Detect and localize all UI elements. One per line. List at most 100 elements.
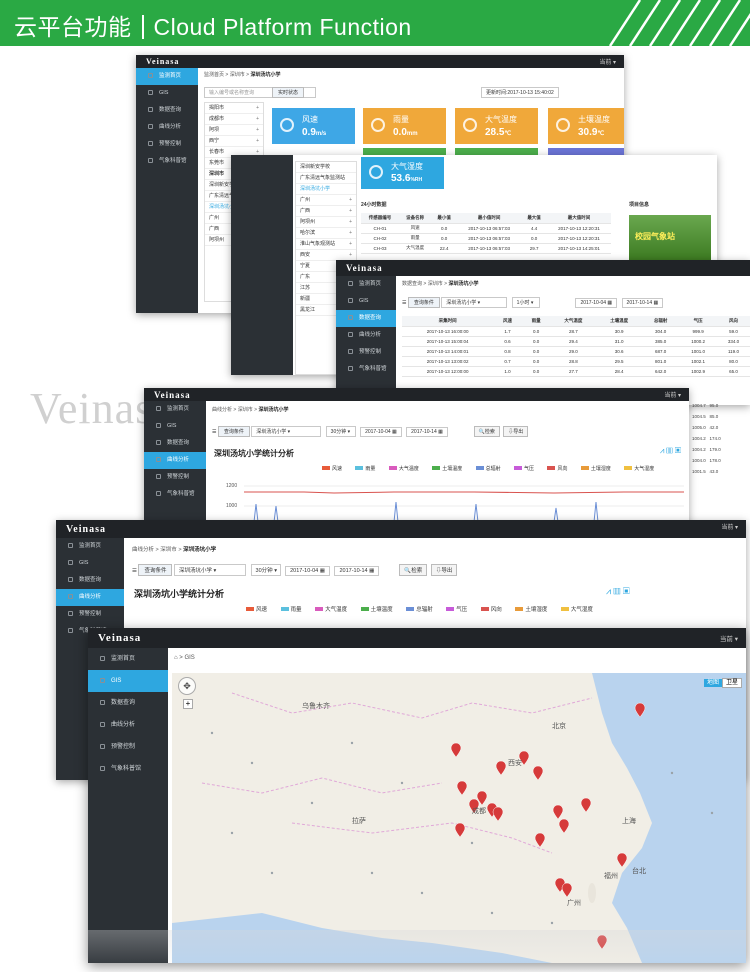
list-item[interactable]: 广东清远气象监测站 [296, 173, 356, 184]
nav-gis[interactable]: GIS [336, 293, 396, 310]
date-from-input[interactable]: 2017-10-04 ▦ [575, 298, 618, 308]
nav-gis[interactable]: GIS [88, 670, 168, 692]
nav-gis[interactable]: GIS [136, 85, 198, 102]
nav-alarm[interactable]: 预警控制 [336, 344, 396, 361]
legend-item[interactable]: 雨量 [280, 607, 308, 613]
cross-icon [156, 491, 161, 496]
legend-item[interactable]: 总辐射 [406, 607, 439, 613]
export-button[interactable]: ⇩导出 [503, 426, 529, 437]
date-to-input[interactable]: 2017-10-14 ▦ [406, 427, 448, 437]
legend-item[interactable]: 气压 [446, 607, 473, 613]
map-type-map-button[interactable]: 地图 [703, 679, 722, 687]
nav-home[interactable]: 监测首页 [336, 276, 396, 293]
legend-item[interactable]: 大气湿度 [560, 607, 599, 613]
top-bar: Veinasa 当前 ▾ [88, 628, 746, 648]
nav-home[interactable]: 监测首页 [56, 538, 124, 555]
interval-select[interactable]: 30分钟 ▾ [325, 426, 356, 437]
user-menu[interactable]: 当前 ▾ [720, 633, 738, 643]
nav-gis[interactable]: GIS [144, 418, 206, 435]
legend-item[interactable]: 雨量 [355, 466, 381, 472]
legend-item[interactable]: 大气温度 [388, 466, 425, 472]
nav-data-query[interactable]: 数据查询 [56, 572, 124, 589]
nav-curve[interactable]: 曲线分析 [336, 327, 396, 344]
date-to-input[interactable]: 2017-10-14 ▦ [621, 298, 664, 308]
nav-home[interactable]: 监测首页 [144, 401, 206, 418]
station-select[interactable]: 深圳汤坑小学 ▾ [174, 564, 247, 576]
interval-select[interactable]: 1小时 ▾ [511, 297, 540, 308]
zoom-in-button[interactable]: + [183, 699, 193, 709]
export-button[interactable]: ⇩导出 [430, 564, 458, 576]
chart-title: 深圳汤坑小学统计分析 [214, 449, 294, 458]
list-item[interactable]: 西宁 + [205, 136, 263, 147]
nav-data-query[interactable]: 数据查询 [136, 102, 198, 119]
station-select[interactable]: 深圳汤坑小学 ▾ [441, 297, 508, 308]
tile-wind: 风速 0.9m/s [272, 108, 355, 144]
legend-item[interactable]: 风向 [547, 466, 573, 472]
date-from-input[interactable]: 2017-10-04 ▦ [285, 566, 330, 576]
nav-curve[interactable]: 曲线分析 [136, 119, 198, 136]
legend-item[interactable]: 土壤温度 [432, 466, 468, 472]
list-item[interactable]: 广州+ [296, 195, 356, 206]
menu-icon[interactable]: ☰ [402, 300, 406, 306]
nav-alarm[interactable]: 预警控制 [88, 736, 168, 758]
list-item[interactable]: 哈尔滨 + [296, 228, 356, 239]
legend-item[interactable]: 大气温度 [315, 607, 353, 613]
nav-curve[interactable]: 曲线分析 [88, 714, 168, 736]
banner-stripes [608, 0, 750, 46]
legend-item[interactable]: 总辐射 [475, 466, 507, 472]
query-toolbar: ☰ 查询条件 深圳汤坑小学 ▾ 1小时 ▾ 2017-10-04 ▦ 2017-… [402, 297, 666, 308]
nav-data-query[interactable]: 数据查询 [336, 310, 396, 327]
nav-data-query[interactable]: 数据查询 [144, 435, 206, 452]
nav-gis[interactable]: GIS [56, 555, 124, 572]
user-menu[interactable]: 当前 ▾ [664, 390, 681, 399]
user-menu[interactable]: 当前 ▾ [721, 522, 738, 531]
nav-alarm[interactable]: 预警控制 [56, 606, 124, 623]
nav-science[interactable]: 气象科普馆 [336, 361, 396, 378]
nav-curve[interactable]: 曲线分析 [144, 452, 206, 469]
list-item[interactable]: 深圳汤坑小学 [296, 184, 356, 195]
nav-alarm[interactable]: 预警控制 [144, 469, 206, 486]
tab-realtime[interactable]: 实时状态 [272, 87, 305, 98]
interval-select[interactable]: 30分钟 ▾ [250, 564, 281, 576]
search-button[interactable]: 🔍检索 [473, 426, 500, 437]
legend-item[interactable]: 风速 [246, 607, 273, 613]
nav-curve[interactable]: 曲线分析 [56, 589, 124, 606]
legend-item[interactable]: 气压 [514, 466, 540, 472]
list-item[interactable]: 成都市 + [205, 114, 263, 125]
station-select[interactable]: 深圳汤坑小学 ▾ [251, 426, 322, 437]
chart-type-icons[interactable]: ⩘ ▥ ▣ [660, 446, 681, 456]
map-canvas[interactable]: 北京 上海 成都 广州 福州 台北 西安 乌鲁木齐 拉萨 ✥ + 地图 卫星 [172, 673, 746, 963]
chart-icon [68, 594, 73, 599]
nav-science[interactable]: 气象科普馆 [144, 486, 206, 503]
menu-icon[interactable]: ☰ [132, 568, 137, 574]
list-item[interactable]: 深圳新安学校 [296, 162, 356, 173]
menu-icon[interactable]: ☰ [212, 429, 216, 435]
legend-item[interactable]: 土壤温度 [360, 607, 399, 613]
legend-item[interactable]: 土壤湿度 [580, 466, 617, 472]
list-item[interactable]: 揭阳市 + [205, 103, 263, 114]
user-menu[interactable]: 当前 ▾ [599, 57, 616, 66]
list-item[interactable]: 淮山气象观测站 + [296, 239, 356, 250]
home-icon[interactable]: ⌂ [174, 655, 178, 661]
home-icon [348, 281, 353, 286]
legend-item[interactable]: 土壤湿度 [515, 607, 553, 613]
date-to-input[interactable]: 2017-10-14 ▦ [334, 566, 380, 576]
list-item[interactable]: 阿坝 + [205, 125, 263, 136]
chart-title: 深圳汤坑小学统计分析 [134, 589, 225, 599]
nav-home[interactable]: 监测首页 [136, 68, 198, 85]
legend-item[interactable]: 风向 [480, 607, 508, 613]
nav-data-query[interactable]: 数据查询 [88, 692, 168, 714]
list-item[interactable]: 阿坝州+ [296, 217, 356, 228]
pan-control-icon[interactable]: ✥ [178, 677, 196, 695]
legend-item[interactable]: 大气湿度 [624, 466, 660, 472]
legend-item[interactable]: 风速 [322, 466, 348, 472]
date-from-input[interactable]: 2017-10-04 ▦ [360, 427, 402, 437]
nav-science[interactable]: 气象科普馆 [136, 153, 198, 170]
search-button[interactable]: 🔍检索 [399, 564, 428, 576]
nav-home[interactable]: 监测首页 [88, 648, 168, 670]
list-item[interactable]: 广西+ [296, 206, 356, 217]
nav-alarm[interactable]: 预警控制 [136, 136, 198, 153]
map-type-satellite-button[interactable]: 卫星 [721, 678, 742, 688]
chart-type-icons[interactable]: ⩘ ▥ ▣ [606, 586, 630, 597]
nav-science[interactable]: 气象科普馆 [88, 758, 168, 780]
